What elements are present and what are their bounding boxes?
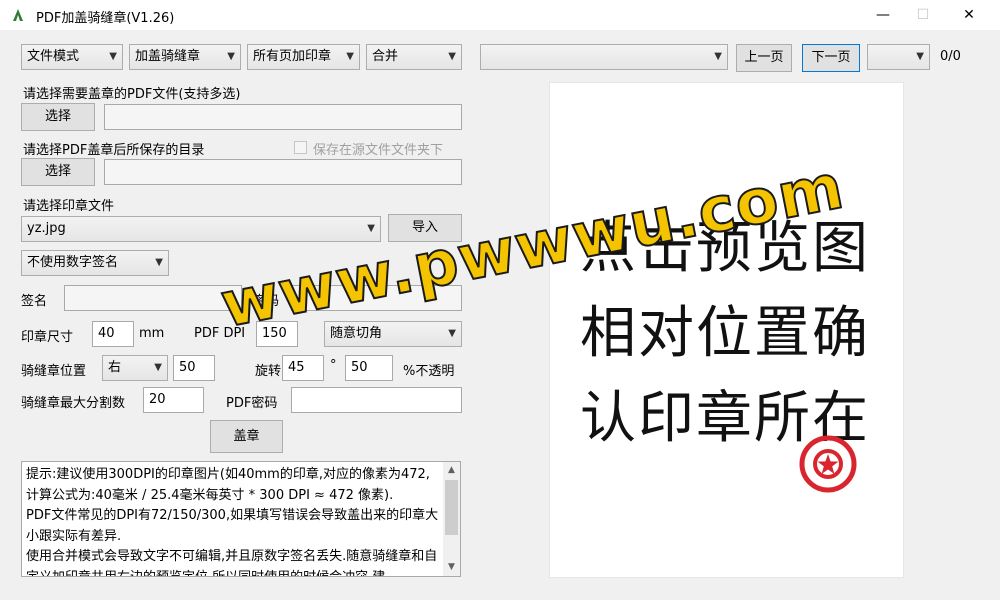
stamp-file-combo[interactable]: yz.jpg ▼: [21, 216, 381, 242]
maximize-button[interactable]: ☐: [900, 0, 946, 30]
stamp-file-value: yz.jpg: [27, 221, 66, 236]
seam-split-label: 骑缝章最大分割数: [21, 396, 126, 411]
sign-label: 签名: [21, 294, 48, 309]
hint-text: 提示:建议使用300DPI的印章图片(如40mm的印章,对应的像素为472,计算…: [26, 467, 439, 577]
page-count: 0/0: [940, 49, 961, 64]
stamp-file-label: 请选择印章文件: [23, 199, 115, 214]
corner-mode-combo[interactable]: 随意切角 ▼: [324, 321, 462, 347]
degree-symbol: °: [330, 358, 337, 373]
next-page-button[interactable]: 下一页: [802, 44, 860, 72]
preview-line-2: 相对位置确: [580, 301, 870, 366]
opacity-label: %不透明: [403, 364, 455, 379]
save-dir-label: 请选择PDF盖章后所保存的目录: [23, 143, 205, 158]
preview-panel[interactable]: 点击预览图 相对位置确 认印章所在: [549, 82, 904, 578]
chevron-down-icon: ▼: [448, 328, 456, 339]
seam-side-combo[interactable]: 右 ▼: [102, 355, 168, 381]
scroll-thumb[interactable]: [445, 480, 458, 535]
signature-combo[interactable]: 不使用数字签名 ▼: [21, 250, 169, 276]
pdf-select-label: 请选择需要盖章的PDF文件(支持多选): [23, 87, 241, 102]
chevron-down-icon: ▼: [227, 51, 235, 62]
seam-split-field[interactable]: 20: [143, 387, 204, 413]
opacity-field[interactable]: 50: [345, 355, 393, 381]
rotate-field[interactable]: 45: [282, 355, 324, 381]
mode-combo-value: 文件模式: [27, 49, 80, 64]
pages-combo-value: 所有页加印章: [253, 49, 332, 64]
app-window: PDF加盖骑缝章(V1.26) — ☐ ✕ 文件模式 ▼ 加盖骑缝章 ▼ 所有页…: [0, 0, 1000, 600]
pages-combo[interactable]: 所有页加印章 ▼: [247, 44, 360, 70]
pdf-password-field[interactable]: [291, 387, 462, 413]
stamp-button[interactable]: 盖章: [210, 420, 283, 453]
save-in-source-label: 保存在源文件文件夹下: [313, 143, 444, 158]
stamp-type-combo-value: 加盖骑缝章: [135, 49, 201, 64]
vertical-scrollbar[interactable]: ▲ ▼: [443, 462, 460, 576]
chevron-down-icon: ▼: [346, 51, 354, 62]
prev-page-button[interactable]: 上一页: [736, 44, 792, 72]
chevron-down-icon: ▼: [367, 223, 375, 234]
rotate-label: 旋转: [255, 364, 282, 379]
chevron-down-icon: ▼: [916, 51, 924, 62]
window-title: PDF加盖骑缝章(V1.26): [36, 11, 175, 26]
close-button[interactable]: ✕: [946, 0, 992, 30]
seam-offset-field[interactable]: 50: [173, 355, 215, 381]
merge-combo[interactable]: 合并 ▼: [366, 44, 462, 70]
mode-combo[interactable]: 文件模式 ▼: [21, 44, 123, 70]
stamp-size-unit: mm: [139, 326, 165, 341]
stamp-size-label: 印章尺寸: [21, 330, 74, 345]
stamp-type-combo[interactable]: 加盖骑缝章 ▼: [129, 44, 241, 70]
hint-textarea[interactable]: 提示:建议使用300DPI的印章图片(如40mm的印章,对应的像素为472,计算…: [21, 461, 461, 577]
app-logo-icon: [13, 9, 23, 21]
corner-mode-value: 随意切角: [330, 326, 383, 341]
chevron-down-icon: ▼: [109, 51, 117, 62]
select-pdf-button[interactable]: 选择: [21, 103, 95, 131]
pdf-password-label: PDF密码: [226, 396, 278, 411]
save-in-source-checkbox[interactable]: [294, 141, 307, 154]
scroll-up-icon[interactable]: ▲: [443, 462, 460, 479]
page-combo[interactable]: ▼: [867, 44, 930, 70]
preview-file-combo[interactable]: ▼: [480, 44, 728, 70]
stamp-size-field[interactable]: 40: [92, 321, 134, 347]
scroll-down-icon[interactable]: ▼: [443, 559, 460, 576]
save-dir-field[interactable]: [104, 159, 462, 185]
chevron-down-icon: ▼: [154, 362, 162, 373]
merge-combo-value: 合并: [372, 49, 399, 64]
pdf-file-field[interactable]: [104, 104, 462, 130]
signature-combo-value: 不使用数字签名: [27, 255, 119, 270]
select-dir-button[interactable]: 选择: [21, 158, 95, 186]
chevron-down-icon: ▼: [155, 257, 163, 268]
red-stamp-icon: [799, 435, 857, 493]
chevron-down-icon: ▼: [714, 51, 722, 62]
sign-field[interactable]: [64, 285, 242, 311]
seam-side-value: 右: [108, 360, 122, 375]
chevron-down-icon: ▼: [448, 51, 456, 62]
seam-position-label: 骑缝章位置: [21, 364, 87, 379]
title-bar: PDF加盖骑缝章(V1.26) — ☐ ✕: [0, 0, 1000, 30]
